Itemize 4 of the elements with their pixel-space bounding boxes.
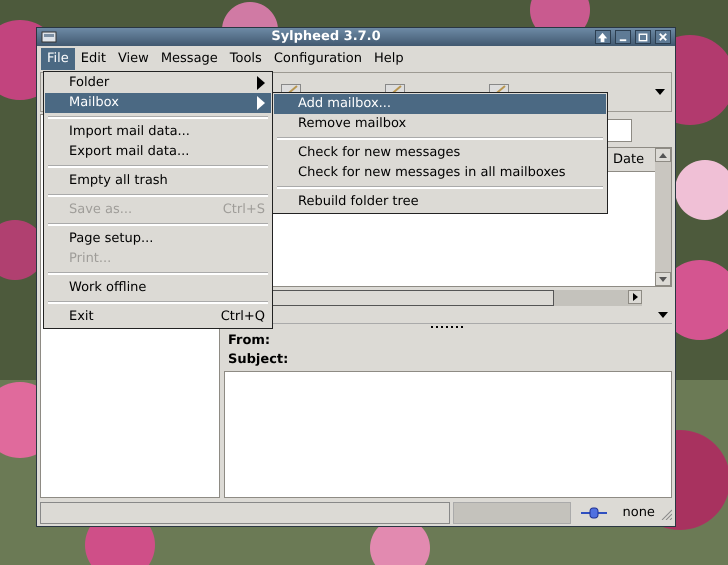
header-label: Subject: xyxy=(227,351,290,370)
header-label: From: xyxy=(227,332,272,350)
online-status: none xyxy=(622,504,655,522)
window-title: Sylpheed 3.7.0 xyxy=(270,28,382,46)
